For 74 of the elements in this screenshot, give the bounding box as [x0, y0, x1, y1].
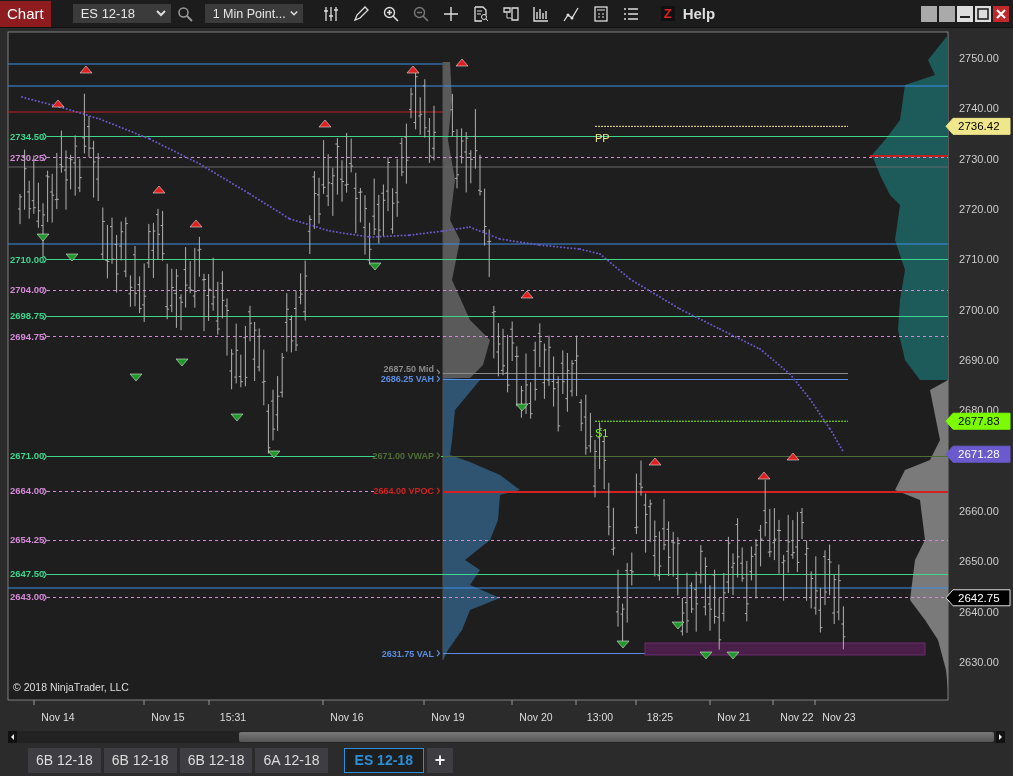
- maximize-button[interactable]: [975, 5, 991, 22]
- caret-icon: [155, 10, 166, 17]
- sliders-icon[interactable]: [322, 5, 339, 22]
- caret-icon: [289, 10, 298, 17]
- price-axis-label: 2660.00: [959, 504, 999, 517]
- profile-label: 2671.00 VWAP: [372, 451, 441, 462]
- chart-tab[interactable]: 6B 12-18: [179, 747, 253, 773]
- level-label: 2704.00: [10, 284, 47, 295]
- minimize-button[interactable]: [957, 5, 973, 22]
- bar-chart-icon[interactable]: [532, 5, 549, 22]
- line-chart-icon[interactable]: [562, 5, 579, 22]
- list-icon[interactable]: [622, 5, 639, 22]
- chart-tab[interactable]: 6B 12-18: [28, 747, 101, 773]
- price-axis-label: 2650.00: [959, 555, 999, 568]
- instrument-dropdown[interactable]: ES 12-18: [72, 4, 171, 23]
- price-tag: 2642.75: [945, 589, 1011, 607]
- profile-label: 2664.00 VPOC: [373, 486, 441, 497]
- time-axis-label: Nov 16: [330, 711, 364, 723]
- time-axis-label: Nov 22: [780, 711, 814, 723]
- profile-label: 2631.75 VAL: [381, 648, 441, 659]
- time-axis-label: 18:25: [646, 711, 674, 723]
- document-search-icon[interactable]: [472, 5, 489, 22]
- level-label: 2647.50: [10, 568, 47, 580]
- z-badge[interactable]: Z: [660, 6, 675, 21]
- crosshair-icon[interactable]: [442, 5, 459, 22]
- price-tag: 2736.42: [945, 117, 1011, 135]
- scroll-right-arrow[interactable]: [996, 731, 1005, 743]
- time-axis-label: Nov 20: [519, 711, 553, 723]
- calculator-icon[interactable]: [592, 5, 609, 22]
- time-axis-label: Nov 19: [431, 711, 465, 723]
- window-button[interactable]: [921, 5, 937, 22]
- close-button[interactable]: [993, 5, 1009, 22]
- level-label: 2694.75: [10, 330, 47, 342]
- price-tag: 2677.83: [945, 412, 1011, 430]
- chart-tab[interactable]: 6A 12-18: [255, 747, 328, 773]
- zoom-out-icon[interactable]: [412, 5, 429, 22]
- interval-dropdown[interactable]: 1 Min Point...: [204, 4, 303, 23]
- price-axis-label: 2690.00: [959, 354, 999, 366]
- price-axis-label: 2720.00: [959, 203, 999, 215]
- price-axis-label: 2700.00: [959, 303, 999, 316]
- time-axis-label: Nov 15: [151, 711, 185, 723]
- zoom-in-icon[interactable]: [382, 5, 399, 22]
- window-title: Chart: [0, 0, 51, 27]
- chart-tab[interactable]: 6B 12-18: [103, 747, 177, 773]
- time-axis-label: 15:31: [219, 711, 247, 723]
- level-label: 2643.00: [10, 591, 47, 603]
- help-menu[interactable]: Help: [680, 5, 718, 22]
- time-axis-label: Nov 14: [41, 711, 75, 723]
- price-axis-label: 2740.00: [959, 102, 999, 115]
- price-axis-label: 2730.00: [959, 152, 999, 165]
- level-label: 2734.50: [10, 130, 47, 142]
- copyright-text: © 2018 NinjaTrader, LLC: [13, 681, 129, 693]
- level-label: 2664.00: [10, 485, 47, 497]
- price-axis-label: 2640.00: [959, 605, 999, 618]
- level-label: 2654.25: [10, 534, 47, 546]
- pencil-icon[interactable]: [352, 5, 369, 22]
- chart-tab[interactable]: ES 12-18: [343, 747, 424, 773]
- level-label: 2710.00: [10, 253, 47, 265]
- scroll-left-arrow[interactable]: [8, 731, 17, 743]
- scroll-thumb[interactable]: [239, 732, 994, 742]
- time-axis-label: Nov 23: [822, 711, 856, 723]
- level-label: 2698.75: [10, 310, 47, 322]
- price-tag: 2671.28: [945, 445, 1011, 463]
- price-axis-label: 2750.00: [959, 52, 999, 64]
- time-axis-label: Nov 21: [717, 711, 751, 723]
- add-tab-button[interactable]: +: [426, 747, 453, 773]
- search-icon[interactable]: [176, 5, 193, 22]
- price-axis-label: 2630.00: [959, 655, 999, 668]
- window-button[interactable]: [939, 5, 955, 22]
- properties-icon[interactable]: [502, 5, 519, 22]
- profile-label: 2686.25 VAH: [380, 374, 441, 385]
- time-axis-label: 13:00: [586, 711, 614, 723]
- level-label: 2671.00: [10, 450, 47, 462]
- price-axis-label: 2710.00: [959, 253, 999, 266]
